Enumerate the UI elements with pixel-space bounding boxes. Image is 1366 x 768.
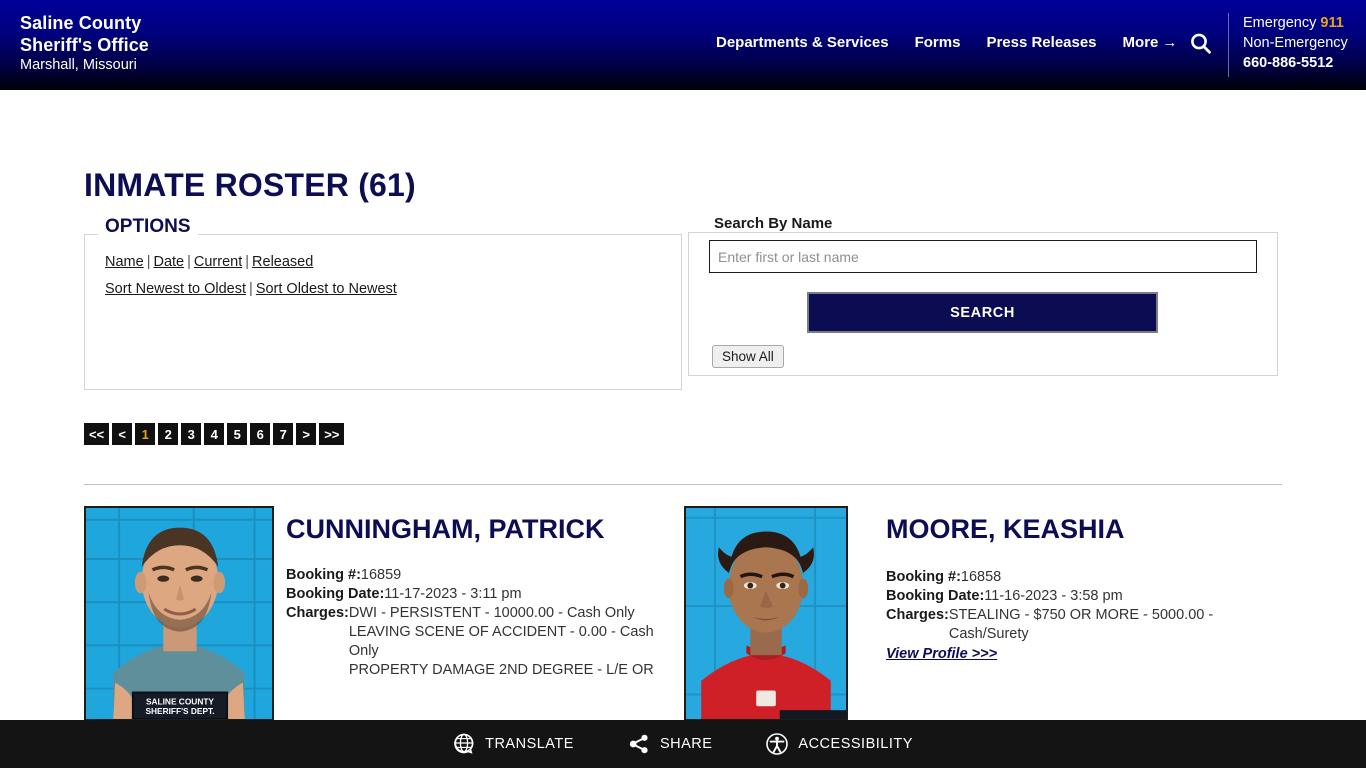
- charge-item: STEALING - $750 OR MORE - 5000.00 - Cash…: [948, 606, 1214, 642]
- options-filter-row: Name | Date | Current | Released: [105, 254, 313, 270]
- site-brand[interactable]: Saline County Sheriff's Office Marshall,…: [0, 0, 149, 73]
- section-divider: [84, 484, 1282, 485]
- pagination-page-4[interactable]: 4: [204, 423, 225, 445]
- accessibility-icon: [766, 733, 789, 755]
- nav-item-more[interactable]: More →: [1123, 34, 1178, 51]
- arrow-right-icon: →: [1162, 34, 1178, 51]
- emergency-label: Emergency: [1243, 15, 1317, 31]
- charges-list: STEALING - $750 OR MORE - 5000.00 - Cash…: [949, 606, 1282, 644]
- pagination: << < 1 2 3 4 5 6 7 > >>: [84, 423, 345, 445]
- emergency-info: Emergency 911 Non-Emergency 660-886-5512: [1228, 13, 1348, 77]
- pagination-prev[interactable]: <: [112, 423, 133, 445]
- nav-item-press-releases[interactable]: Press Releases: [986, 34, 1096, 51]
- main-navigation: Departments & Services Forms Press Relea…: [716, 34, 1177, 51]
- charge-item: PROPERTY DAMAGE 2ND DEGREE - L/E OR: [348, 661, 654, 678]
- nav-item-more-label: More: [1122, 34, 1159, 51]
- share-label: SHARE: [659, 736, 713, 752]
- pagination-page-5[interactable]: 5: [227, 423, 248, 445]
- non-emergency-number[interactable]: 660-886-5512: [1243, 53, 1348, 73]
- search-button[interactable]: SEARCH: [807, 292, 1158, 333]
- booking-date-label: Booking Date:: [886, 587, 985, 604]
- nav-item-departments-services[interactable]: Departments & Services: [716, 34, 889, 51]
- pagination-page-3[interactable]: 3: [181, 423, 202, 445]
- option-link-released[interactable]: Released: [252, 254, 313, 270]
- search-input[interactable]: [709, 240, 1257, 273]
- charges-line: Charges: DWI - PERSISTENT - 10000.00 - C…: [286, 604, 682, 680]
- charges-list: DWI - PERSISTENT - 10000.00 - Cash Only …: [349, 604, 682, 680]
- charges-label: Charges:: [886, 606, 949, 623]
- nav-item-forms[interactable]: Forms: [915, 34, 961, 51]
- booking-date-label: Booking Date:: [286, 585, 385, 602]
- booking-date-line: Booking Date:11-17-2023 - 3:11 pm: [286, 585, 682, 604]
- share-icon: [628, 733, 650, 755]
- mugshot-photo[interactable]: SALINE COUNTY SHERIFF'S DEPT.: [84, 506, 274, 721]
- inmate-name: MOORE, KEASHIA: [886, 514, 1125, 544]
- search-icon[interactable]: [1188, 30, 1214, 58]
- booking-number-label: Booking #:: [886, 568, 961, 585]
- booking-date-value: 11-17-2023 - 3:11 pm: [384, 585, 522, 602]
- options-sort-row: Sort Newest to Oldest | Sort Oldest to New…: [105, 281, 397, 297]
- emergency-number: 911: [1320, 15, 1344, 31]
- svg-text:SALINE COUNTY: SALINE COUNTY: [146, 696, 214, 706]
- options-legend: OPTIONS: [98, 216, 198, 238]
- inmate-details: MOORE, KEASHIA Booking #:16858 Booking D…: [886, 512, 1282, 663]
- charges-label: Charges:: [286, 604, 349, 621]
- pagination-page-7[interactable]: 7: [273, 423, 294, 445]
- booking-date-line: Booking Date:11-16-2023 - 3:58 pm: [886, 587, 1282, 606]
- pagination-page-1[interactable]: 1: [135, 423, 156, 445]
- charge-item: LEAVING SCENE OF ACCIDENT - 0.00 - Cash …: [348, 623, 654, 659]
- svg-text:SHERIFF'S DEPT.: SHERIFF'S DEPT.: [145, 706, 214, 716]
- booking-number-value: 16858: [960, 568, 1002, 585]
- translate-button[interactable]: TRANSLATE: [453, 733, 574, 755]
- option-separator: |: [249, 281, 253, 297]
- pagination-first[interactable]: <<: [84, 423, 110, 445]
- pagination-page-6[interactable]: 6: [250, 423, 271, 445]
- pagination-next[interactable]: >: [296, 423, 317, 445]
- booking-number-label: Booking #:: [286, 566, 361, 583]
- booking-number-line: Booking #:16859: [286, 566, 682, 585]
- option-separator: |: [245, 254, 250, 270]
- accessibility-button[interactable]: ACCESSIBILITY: [766, 733, 912, 755]
- translate-label: TRANSLATE: [485, 736, 574, 752]
- brand-location: Marshall, Missouri: [20, 57, 137, 73]
- globe-icon: [453, 733, 475, 755]
- share-button[interactable]: SHARE: [628, 733, 712, 755]
- pagination-page-2[interactable]: 2: [158, 423, 179, 445]
- brand-office: Sheriff's Office: [20, 35, 149, 55]
- booking-number-value: 16859: [360, 566, 402, 583]
- booking-number-line: Booking #:16858: [886, 568, 1282, 587]
- non-emergency-label: Non-Emergency: [1243, 35, 1348, 51]
- view-profile-link[interactable]: View Profile >>>: [886, 646, 997, 662]
- option-link-name[interactable]: Name: [105, 254, 144, 270]
- booking-date-value: 11-16-2023 - 3:58 pm: [984, 587, 1123, 604]
- charges-line: Charges: STEALING - $750 OR MORE - 5000.…: [886, 606, 1282, 644]
- show-all-button[interactable]: Show All: [712, 345, 784, 368]
- option-link-current[interactable]: Current: [194, 254, 242, 270]
- inmate-details: CUNNINGHAM, PATRICK Booking #:16859 Book…: [286, 512, 682, 680]
- mugshot-photo[interactable]: [684, 506, 848, 721]
- charge-item: DWI - PERSISTENT - 10000.00 - Cash Only: [348, 604, 635, 621]
- search-legend: Search By Name: [708, 215, 839, 232]
- site-header: Saline County Sheriff's Office Marshall,…: [0, 0, 1366, 90]
- inmate-name: CUNNINGHAM, PATRICK: [286, 514, 605, 544]
- option-link-sort-oldest-to-newest[interactable]: Sort Oldest to Newest: [256, 281, 397, 297]
- option-link-date[interactable]: Date: [153, 254, 184, 270]
- options-panel: Name | Date | Current | Released Sort Newest t…: [84, 234, 682, 390]
- emergency-row: Emergency 911: [1243, 13, 1348, 33]
- bottom-utility-bar: TRANSLATE SHARE ACCESSIBILITY: [0, 720, 1366, 768]
- option-link-sort-newest-to-oldest[interactable]: Sort Newest to Oldest: [105, 281, 246, 297]
- pagination-last[interactable]: >>: [319, 423, 345, 445]
- page-title: INMATE ROSTER (61): [84, 167, 416, 204]
- accessibility-label: ACCESSIBILITY: [798, 736, 913, 752]
- option-separator: |: [146, 254, 151, 270]
- brand-county: Saline County: [20, 13, 142, 33]
- option-separator: |: [187, 254, 191, 270]
